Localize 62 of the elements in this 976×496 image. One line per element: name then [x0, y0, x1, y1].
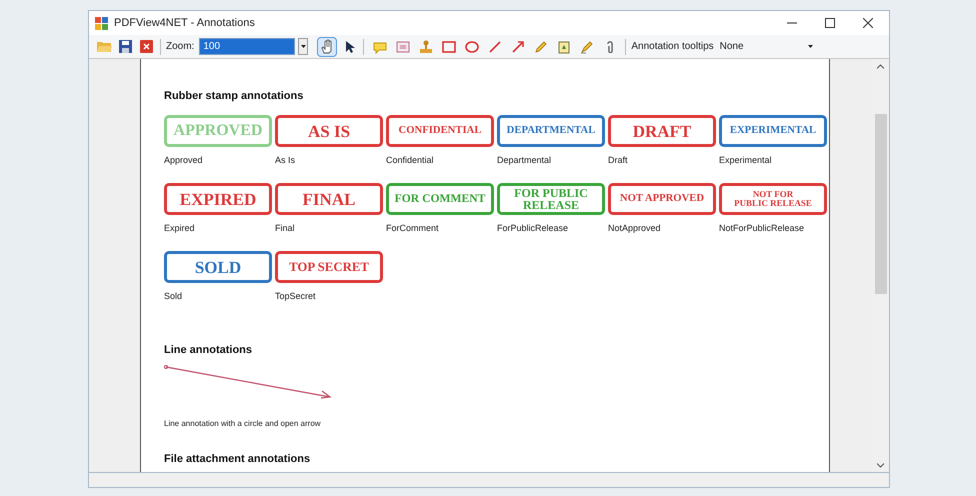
rubber-stamp: CONFIDENTIAL	[386, 115, 494, 147]
rubber-stamp: FOR PUBLIC RELEASE	[497, 183, 605, 215]
window-title: PDFView4NET - Annotations	[114, 16, 255, 31]
rubber-stamp: FOR COMMENT	[386, 183, 494, 215]
caret-icon	[300, 45, 306, 48]
stamp-label: Experimental	[719, 156, 773, 165]
pencil-icon	[533, 38, 550, 54]
stamp-label: Draft	[608, 156, 629, 165]
caret-icon	[808, 45, 813, 48]
stamp-label: As Is	[275, 156, 296, 165]
rubber-stamp: AS IS	[275, 115, 383, 147]
rectangle-icon	[441, 38, 458, 54]
highlighter-icon	[579, 38, 596, 54]
textbox-icon	[395, 38, 412, 54]
file-icon	[556, 38, 572, 54]
stamp-label: ForPublicRelease	[497, 224, 570, 233]
close-icon	[863, 18, 873, 28]
stamp-label: Final	[275, 224, 296, 233]
line-icon	[487, 38, 504, 54]
save-button[interactable]	[116, 38, 134, 56]
stamp-label: NotForPublicRelease	[719, 224, 806, 233]
arrow-icon	[510, 38, 526, 54]
stamp-label: Sold	[164, 292, 184, 301]
paperclip-icon	[607, 40, 614, 52]
stamp-label: Approved	[164, 156, 204, 165]
zoom-dropdown-button[interactable]	[298, 38, 308, 55]
zoom-field[interactable]: 100	[199, 38, 296, 55]
maximize-icon	[825, 18, 835, 28]
stamp-label: NotApproved	[608, 224, 662, 233]
rubber-stamp: EXPERIMENTAL	[719, 115, 827, 147]
rubber-stamp: NOT FOR PUBLIC RELEASE	[719, 183, 827, 215]
zoom-label: Zoom:	[166, 40, 194, 54]
rubber-stamp: SOLD	[164, 251, 272, 283]
tool-button[interactable]	[317, 36, 338, 56]
vertical-scrollbar[interactable]	[872, 59, 889, 472]
rubber-stamp: NOT APPROVED	[608, 183, 716, 215]
stamp-label: Confidential	[386, 156, 435, 165]
scroll-up-icon	[877, 64, 884, 69]
stamp-icon	[418, 38, 434, 54]
section-heading: File attachment annotations	[164, 454, 312, 465]
folder-icon	[96, 40, 112, 53]
app-icon	[95, 16, 108, 30]
section-heading: Rubber stamp annotations	[164, 91, 304, 102]
scrollbar-thumb[interactable]	[874, 114, 886, 294]
section-heading: Line annotations	[164, 345, 253, 356]
rubber-stamp: EXPIRED	[164, 183, 272, 215]
stamp-label: TopSecret	[275, 292, 317, 301]
line-caption: Line annotation with a circle and open arrow	[164, 420, 322, 428]
rubber-stamp: DEPARTMENTAL	[497, 115, 605, 147]
scroll-down-icon	[877, 463, 884, 468]
stamp-label: Expired	[164, 224, 196, 233]
rubber-stamp: DRAFT	[608, 115, 716, 147]
stamp-label: ForComment	[386, 224, 440, 233]
rubber-stamp: APPROVED	[164, 115, 272, 147]
rubber-stamp: TOP SECRET	[275, 251, 383, 283]
stamp-label: Departmental	[497, 156, 552, 165]
rubber-stamp: FINAL	[275, 183, 383, 215]
tooltips-label: Annotation tooltips	[631, 40, 714, 54]
ellipse-icon	[464, 38, 480, 54]
close-document-button[interactable]	[137, 38, 155, 56]
close-icon	[140, 40, 152, 53]
tooltips-dropdown[interactable]: None	[716, 38, 817, 55]
